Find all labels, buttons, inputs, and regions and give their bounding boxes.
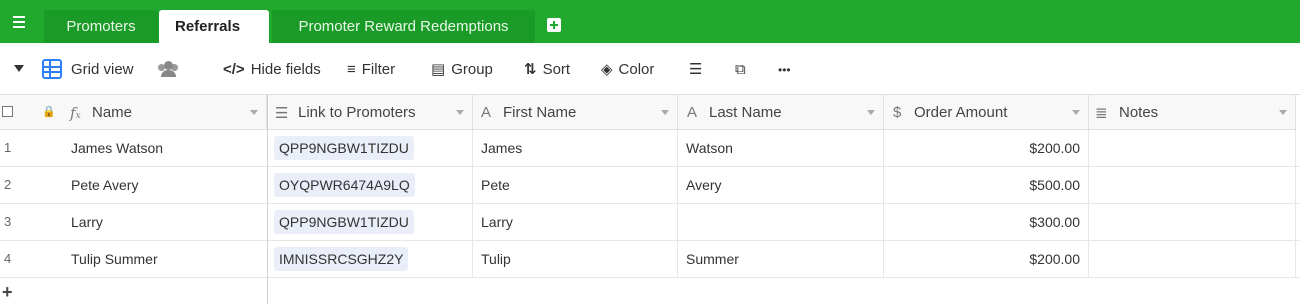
sort-icon: ⇅ xyxy=(524,61,537,78)
cell-notes[interactable] xyxy=(1089,241,1296,277)
cell-last-name[interactable]: Avery xyxy=(678,167,884,203)
chevron-down-icon[interactable] xyxy=(1072,110,1080,115)
chevron-down-icon[interactable] xyxy=(661,110,669,115)
column-header-link-to-promoters[interactable]: ☰ Link to Promoters xyxy=(268,95,473,130)
column-label: Last Name xyxy=(709,104,782,121)
tab-promoter-reward-redemptions[interactable]: Promoter Reward Redemptions xyxy=(272,10,535,43)
cell-last-name[interactable]: Watson xyxy=(678,130,884,166)
linked-record-chip[interactable]: IMNISSRCSGHZ2Y xyxy=(274,247,409,271)
column-label: Name xyxy=(92,104,133,121)
view-menu-caret-icon[interactable] xyxy=(14,65,24,72)
text-icon: A xyxy=(687,104,698,121)
long-text-icon: ≣ xyxy=(1095,105,1108,122)
cell-last-name[interactable]: Summer xyxy=(678,241,884,277)
column-label: Notes xyxy=(1119,104,1159,121)
cell-link-to-promoters[interactable]: OYQPWR6474A9LQ xyxy=(268,167,473,203)
cell-order-amount[interactable]: $300.00 xyxy=(884,204,1089,240)
column-label: Link to Promoters xyxy=(298,104,416,121)
table-row[interactable]: 4 Tulip Summer IMNISSRCSGHZ2Y Tulip Summ… xyxy=(0,241,1300,278)
row-height-icon[interactable]: ☰ xyxy=(689,60,702,80)
cell-first-name[interactable]: James xyxy=(473,130,678,166)
tab-bar: Promoters Referrals▼ Promoter Reward Red… xyxy=(0,0,1300,65)
cell-first-name[interactable]: Larry xyxy=(473,204,678,240)
color-label: Color xyxy=(618,61,655,78)
cell-order-amount[interactable]: $200.00 xyxy=(884,130,1089,166)
add-record-button[interactable]: + xyxy=(2,282,13,303)
hide-fields-label: Hide fields xyxy=(250,61,321,78)
lock-icon: 🔒 xyxy=(42,106,56,118)
group-label: Group xyxy=(451,61,493,78)
sort-label: Sort xyxy=(542,61,571,78)
column-header-name[interactable]: 🔒 fx Name xyxy=(0,95,267,130)
chevron-down-icon[interactable] xyxy=(456,110,464,115)
hide-fields-button[interactable]: </> Hide fields xyxy=(223,60,321,80)
link-icon: ☰ xyxy=(275,105,289,122)
tab-referrals[interactable]: Referrals▼ xyxy=(159,10,269,65)
column-header-order-amount[interactable]: $ Order Amount xyxy=(884,95,1089,130)
cell-link-to-promoters[interactable]: IMNISSRCSGHZ2Y xyxy=(268,241,473,277)
share-view-icon[interactable]: ⧉ xyxy=(735,60,746,80)
column-header-notes[interactable]: ≣ Notes xyxy=(1089,95,1296,130)
sort-button[interactable]: ⇅ Sort xyxy=(524,60,570,80)
view-name[interactable]: Grid view xyxy=(71,60,134,80)
frozen-column-divider[interactable] xyxy=(267,95,268,304)
cell-name[interactable]: James Watson xyxy=(0,130,268,166)
column-label: Order Amount xyxy=(914,104,1008,121)
view-toolbar: Grid view </> Hide fields ≡ Filter ▤ Group … xyxy=(0,43,1300,95)
tab-promoters[interactable]: Promoters xyxy=(44,10,158,43)
filter-label: Filter xyxy=(361,61,396,78)
text-icon: A xyxy=(481,104,492,121)
cell-notes[interactable] xyxy=(1089,130,1296,166)
collaborators-icon[interactable] xyxy=(158,61,180,77)
cell-name[interactable]: Larry xyxy=(0,204,268,240)
table-row[interactable]: 1 James Watson QPP9NGBW1TIZDU James Wats… xyxy=(0,130,1300,167)
select-all-checkbox[interactable] xyxy=(2,106,13,117)
add-tab-icon[interactable] xyxy=(547,18,561,32)
paint-bucket-icon: ◈ xyxy=(601,61,613,78)
column-header-first-name[interactable]: A First Name xyxy=(473,95,678,130)
chevron-down-icon[interactable] xyxy=(1279,110,1287,115)
group-button[interactable]: ▤ Group xyxy=(431,60,493,80)
linked-record-chip[interactable]: OYQPWR6474A9LQ xyxy=(274,173,415,197)
cell-name[interactable]: Tulip Summer xyxy=(0,241,268,277)
filter-icon: ≡ xyxy=(347,61,356,78)
column-header-last-name[interactable]: A Last Name xyxy=(678,95,884,130)
linked-record-chip[interactable]: QPP9NGBW1TIZDU xyxy=(274,210,414,234)
cell-notes[interactable] xyxy=(1089,167,1296,203)
grid-view-icon xyxy=(42,59,62,79)
column-label: First Name xyxy=(503,104,577,121)
cell-link-to-promoters[interactable]: QPP9NGBW1TIZDU xyxy=(268,130,473,166)
tab-label: Promoter Reward Redemptions xyxy=(298,18,509,35)
chevron-down-icon[interactable] xyxy=(867,110,875,115)
linked-record-chip[interactable]: QPP9NGBW1TIZDU xyxy=(274,136,414,160)
color-button[interactable]: ◈ Color xyxy=(601,60,654,80)
tab-label: Promoters xyxy=(66,18,136,35)
cell-first-name[interactable]: Tulip xyxy=(473,241,678,277)
cell-name[interactable]: Pete Avery xyxy=(0,167,268,203)
more-options-icon[interactable]: ••• xyxy=(778,60,791,80)
cell-order-amount[interactable]: $200.00 xyxy=(884,241,1089,277)
tab-label: Referrals xyxy=(175,18,241,35)
currency-icon: $ xyxy=(893,104,902,121)
cell-notes[interactable] xyxy=(1089,204,1296,240)
formula-icon: fx xyxy=(70,104,81,122)
group-icon: ▤ xyxy=(431,61,446,78)
filter-button[interactable]: ≡ Filter xyxy=(347,60,395,80)
chevron-down-icon[interactable] xyxy=(250,110,258,115)
cell-link-to-promoters[interactable]: QPP9NGBW1TIZDU xyxy=(268,204,473,240)
cell-order-amount[interactable]: $500.00 xyxy=(884,167,1089,203)
cell-last-name[interactable] xyxy=(678,204,884,240)
table-row[interactable]: 3 Larry QPP9NGBW1TIZDU Larry $300.00 xyxy=(0,204,1300,241)
table-row[interactable]: 2 Pete Avery OYQPWR6474A9LQ Pete Avery $… xyxy=(0,167,1300,204)
hide-fields-icon: </> xyxy=(223,61,245,78)
menu-icon[interactable] xyxy=(6,12,32,34)
records-grid: 🔒 fx Name ☰ Link to Promoters A First Na… xyxy=(0,95,1300,304)
cell-first-name[interactable]: Pete xyxy=(473,167,678,203)
